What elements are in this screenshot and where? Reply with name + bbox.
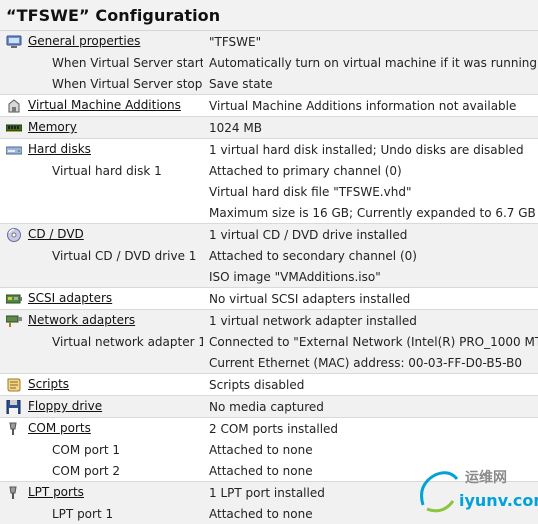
hard-disk-icon	[6, 143, 22, 157]
table-row: Hard disks 1 virtual hard disk installed…	[0, 138, 538, 160]
watermark-logo: 运维网 iyunv.com	[415, 465, 538, 515]
lpt-port-icon	[6, 486, 22, 500]
value-text: 1 virtual hard disk installed; Undo disk…	[203, 138, 538, 160]
row-label: COM port 2	[52, 463, 121, 478]
scripts-icon	[6, 378, 22, 392]
table-row: Floppy drive No media captured	[0, 395, 538, 418]
table-row: SCSI adapters No virtual SCSI adapters i…	[0, 287, 538, 310]
value-text: Automatically turn on virtual machine if…	[203, 52, 538, 73]
floppy-icon	[6, 399, 22, 414]
value-text: No virtual SCSI adapters installed	[203, 287, 538, 310]
com-ports-link[interactable]: COM ports	[28, 421, 91, 435]
value-text: Connected to "External Network (Intel(R)…	[203, 331, 538, 352]
value-text: 2 COM ports installed	[203, 417, 538, 439]
value-text: Virtual Machine Additions information no…	[203, 94, 538, 117]
value-text: Attached to none	[209, 442, 313, 457]
value-text: Attached to secondary channel (0)	[203, 245, 538, 266]
title-bar: “TFSWE” Configuration	[0, 0, 538, 31]
value-text: 1 virtual CD / DVD drive installed	[203, 223, 538, 245]
table-row: Virtual hard disk file "TFSWE.vhd"	[0, 181, 538, 202]
value-text: Current Ethernet (MAC) address: 00-03-FF…	[203, 352, 538, 374]
network-adapters-link[interactable]: Network adapters	[28, 313, 135, 327]
table-row: When Virtual Server starts: Automaticall…	[0, 52, 538, 73]
scsi-adapters-link[interactable]: SCSI adapters	[28, 291, 112, 305]
value-text: Maximum size is 16 GB; Currently expande…	[209, 205, 536, 220]
table-row: Memory 1024 MB	[0, 116, 538, 139]
page-title: “TFSWE” Configuration	[6, 5, 221, 25]
floppy-drive-link[interactable]: Floppy drive	[28, 399, 102, 413]
lpt-ports-link[interactable]: LPT ports	[28, 485, 84, 499]
table-row: Maximum size is 16 GB; Currently expande…	[0, 202, 538, 224]
general-properties-icon	[6, 35, 22, 49]
row-label: Virtual CD / DVD drive 1	[52, 248, 197, 263]
table-row: Network adapters 1 virtual network adapt…	[0, 309, 538, 331]
com-port-icon	[6, 422, 22, 436]
row-label: When Virtual Server stops:	[52, 76, 203, 91]
value-text: "TFSWE"	[203, 31, 538, 52]
table-row: Scripts Scripts disabled	[0, 373, 538, 396]
general-properties-link[interactable]: General properties	[28, 34, 140, 48]
table-row: When Virtual Server stops: Save state	[0, 73, 538, 95]
value-text: No media captured	[203, 395, 538, 418]
table-row: Virtual hard disk 1 Attached to primary …	[0, 160, 538, 181]
table-row: General properties "TFSWE"	[0, 31, 538, 52]
vm-additions-link[interactable]: Virtual Machine Additions	[28, 98, 181, 112]
memory-icon	[6, 121, 22, 135]
cd-dvd-icon	[6, 227, 22, 242]
row-label: When Virtual Server starts:	[52, 55, 203, 70]
table-row: ISO image "VMAdditions.iso"	[0, 266, 538, 288]
value-text: 1024 MB	[203, 116, 538, 139]
row-label: COM port 1	[52, 442, 121, 457]
table-row: Virtual network adapter 1 Connected to "…	[0, 331, 538, 352]
table-row: COM ports 2 COM ports installed	[0, 417, 538, 439]
scripts-link[interactable]: Scripts	[28, 377, 69, 391]
scsi-adapter-icon	[6, 292, 22, 306]
table-row: COM port 1 Attached to none	[0, 439, 538, 460]
table-row: Current Ethernet (MAC) address: 00-03-FF…	[0, 352, 538, 374]
value-text: Attached to primary channel (0)	[209, 163, 402, 178]
table-row: CD / DVD 1 virtual CD / DVD drive instal…	[0, 223, 538, 245]
watermark-domain-text: iyunv.com	[459, 491, 538, 510]
value-text: Scripts disabled	[203, 373, 538, 396]
network-adapter-icon	[6, 314, 22, 328]
table-row: Virtual Machine Additions Virtual Machin…	[0, 94, 538, 117]
watermark-chinese-text: 运维网	[465, 470, 507, 486]
value-text: Virtual hard disk file "TFSWE.vhd"	[209, 184, 412, 199]
memory-link[interactable]: Memory	[28, 120, 77, 134]
watermark-swirl-icon	[420, 471, 459, 513]
row-label: LPT port 1	[52, 506, 114, 521]
row-label: Virtual hard disk 1	[52, 163, 162, 178]
configuration-table: General properties "TFSWE" When Virtual …	[0, 31, 538, 524]
value-text: 1 virtual network adapter installed	[203, 309, 538, 331]
value-text: ISO image "VMAdditions.iso"	[203, 266, 538, 288]
table-row: Virtual CD / DVD drive 1 Attached to sec…	[0, 245, 538, 266]
cd-dvd-link[interactable]: CD / DVD	[28, 227, 84, 241]
vm-additions-icon	[6, 99, 22, 113]
row-label: Virtual network adapter 1	[52, 334, 203, 349]
hard-disks-link[interactable]: Hard disks	[28, 142, 91, 156]
value-text: Save state	[203, 73, 538, 95]
